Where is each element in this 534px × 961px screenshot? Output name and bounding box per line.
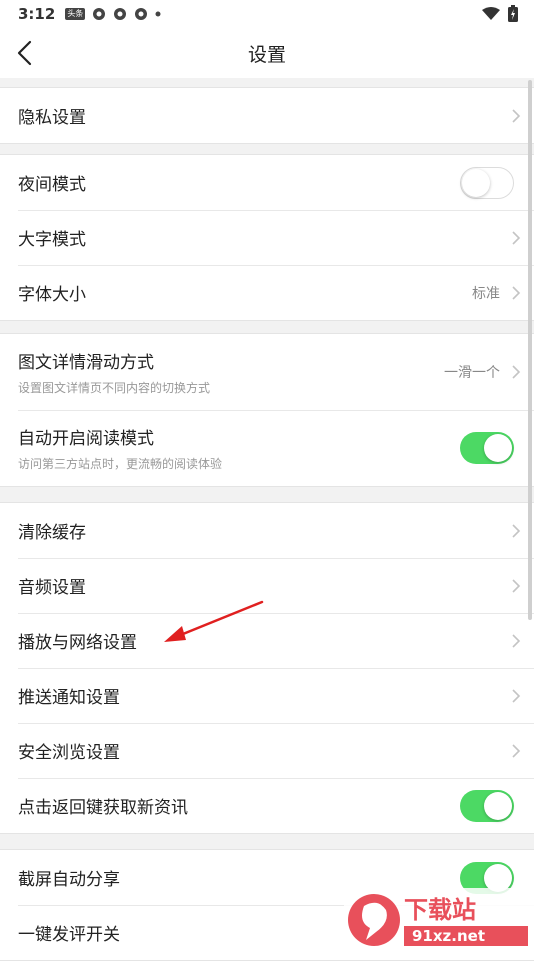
row-label: 一键发评开关 <box>18 925 120 945</box>
settings-group-general: 清除缓存 音频设置 播放与网络设置 推送通知设置 安全浏览设置 点击返回键获取新… <box>0 502 534 834</box>
back-refresh-toggle[interactable] <box>460 789 514 822</box>
row-label: 夜间模式 <box>18 175 86 195</box>
notification-icons: 头条 <box>65 7 161 21</box>
row-subtitle: 设置图文详情页不同内容的切换方式 <box>18 381 211 395</box>
wifi-icon <box>482 6 500 20</box>
row-label: 播放与网络设置 <box>18 633 137 653</box>
chevron-right-icon <box>512 523 521 538</box>
chevron-right-icon <box>512 230 521 245</box>
watermark-text: 下载站 <box>404 896 476 924</box>
row-label: 点击返回键获取新资讯 <box>18 798 188 818</box>
font-size-value: 标准 <box>472 285 500 302</box>
settings-row-reader-mode[interactable]: 自动开启阅读模式 访问第三方站点时，更流畅的阅读体验 <box>0 410 534 486</box>
chevron-right-icon <box>512 578 521 593</box>
annotation-arrow-icon <box>164 600 264 642</box>
app-notification-icon <box>93 8 106 20</box>
chevron-right-icon <box>512 285 521 300</box>
row-label: 音频设置 <box>18 578 86 598</box>
chevron-right-icon <box>512 743 521 758</box>
page-title: 设置 <box>247 44 286 66</box>
watermark-site: 91xz.net <box>412 927 485 945</box>
settings-row-clear-cache[interactable]: 清除缓存 <box>0 503 534 558</box>
settings-row-safe-browsing[interactable]: 安全浏览设置 <box>0 723 534 778</box>
chevron-right-icon <box>512 633 521 648</box>
row-label: 推送通知设置 <box>18 688 120 708</box>
settings-row-swipe-mode[interactable]: 图文详情滑动方式 设置图文详情页不同内容的切换方式 一滑一个 <box>0 334 534 410</box>
settings-group-reading: 图文详情滑动方式 设置图文详情页不同内容的切换方式 一滑一个 自动开启阅读模式 … <box>0 333 534 487</box>
row-label: 截屏自动分享 <box>18 870 120 890</box>
app-notification-icon <box>135 8 148 20</box>
site-watermark-logo: 下载站 91xz.net <box>344 888 534 950</box>
toggle-knob <box>462 168 490 197</box>
row-label: 隐私设置 <box>18 108 86 128</box>
row-subtitle: 访问第三方站点时，更流畅的阅读体验 <box>18 457 223 471</box>
settings-row-font-size[interactable]: 字体大小 标准 <box>0 265 534 320</box>
battery-icon <box>508 5 518 22</box>
chevron-right-icon <box>512 108 521 123</box>
row-label: 清除缓存 <box>18 523 86 543</box>
toggle-knob <box>484 434 512 462</box>
more-dot-icon <box>155 11 161 17</box>
row-label: 字体大小 <box>18 285 86 305</box>
toutiao-badge-icon: 头条 <box>65 8 86 20</box>
settings-row-push[interactable]: 推送通知设置 <box>0 668 534 723</box>
reader-mode-toggle[interactable] <box>460 432 514 464</box>
settings-group-privacy: 隐私设置 <box>0 87 534 144</box>
chevron-right-icon <box>512 688 521 703</box>
night-mode-toggle[interactable] <box>460 166 514 199</box>
status-time: 3:12 <box>18 5 56 23</box>
chevron-right-icon <box>512 365 521 379</box>
toggle-knob <box>484 791 512 820</box>
settings-row-large-text[interactable]: 大字模式 <box>0 210 534 265</box>
row-label: 自动开启阅读模式 <box>18 429 154 449</box>
app-notification-icon <box>114 8 127 20</box>
settings-row-back-refresh[interactable]: 点击返回键获取新资讯 <box>0 778 534 833</box>
row-label: 安全浏览设置 <box>18 743 120 763</box>
settings-row-privacy[interactable]: 隐私设置 <box>0 88 534 143</box>
row-label: 图文详情滑动方式 <box>18 353 154 373</box>
navbar: 设置 <box>0 28 534 78</box>
row-label: 大字模式 <box>18 230 86 250</box>
status-bar: 3:12 头条 <box>0 0 534 28</box>
scrollbar[interactable] <box>528 80 532 620</box>
swipe-mode-value: 一滑一个 <box>444 365 500 381</box>
settings-group-display: 夜间模式 大字模式 字体大小 标准 <box>0 154 534 321</box>
settings-row-night-mode[interactable]: 夜间模式 <box>0 155 534 210</box>
